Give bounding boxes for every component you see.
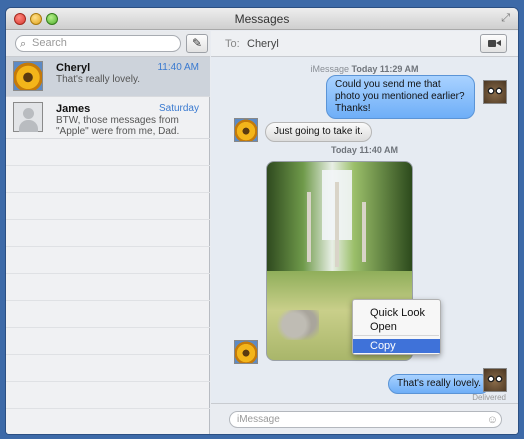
- list-divider: [6, 192, 210, 193]
- sunflower-avatar-icon: [13, 61, 43, 91]
- conversation-item[interactable]: James Saturday BTW, those messages from …: [6, 98, 210, 139]
- timestamp-time: Today 11:29 AM: [351, 64, 419, 74]
- photo-tree: [335, 182, 339, 267]
- to-label: To:: [225, 38, 240, 50]
- fullscreen-icon[interactable]: ⤢: [501, 12, 510, 25]
- list-divider: [6, 354, 210, 355]
- compose-icon: ✎: [191, 36, 203, 50]
- conversation-preview: That's really lovely.: [56, 74, 140, 85]
- list-divider: [6, 300, 210, 301]
- message-input-placeholder: iMessage: [237, 414, 280, 425]
- timestamp: iMessage Today 11:29 AM: [211, 64, 518, 74]
- compose-button[interactable]: ✎: [186, 34, 208, 53]
- timestamp: Today 11:40 AM: [211, 145, 518, 155]
- menu-item-open[interactable]: Open: [353, 320, 440, 334]
- composer-bar: iMessage ☺: [211, 403, 518, 434]
- owl-avatar-icon: [483, 80, 507, 104]
- list-divider: [6, 381, 210, 382]
- list-divider: [6, 327, 210, 328]
- sunflower-avatar-icon: [234, 118, 258, 142]
- conversation-time: Saturday: [158, 103, 199, 114]
- context-menu: Quick Look Open Copy: [352, 299, 441, 355]
- list-divider: [6, 246, 210, 247]
- search-placeholder: Search: [32, 37, 67, 49]
- list-divider: [6, 165, 210, 166]
- recipient-bar: To: Cheryl: [211, 31, 518, 57]
- menu-item-quick-look[interactable]: Quick Look: [353, 306, 440, 320]
- conversation-preview: BTW, those messages from "Apple" were fr…: [56, 115, 180, 137]
- sunflower-avatar-icon: [234, 340, 258, 364]
- outgoing-message[interactable]: That's really lovely.: [388, 374, 490, 394]
- search-input[interactable]: ⌕ Search: [15, 35, 181, 52]
- list-divider: [6, 408, 210, 409]
- message-input[interactable]: iMessage ☺: [229, 411, 502, 428]
- conversation-item[interactable]: Cheryl 11:40 AM That's really lovely.: [6, 57, 210, 97]
- photo-rocks: [269, 310, 319, 340]
- window-title: Messages: [234, 12, 290, 26]
- person-avatar-icon: [13, 102, 43, 132]
- conversation-name: James: [56, 103, 91, 115]
- emoji-icon[interactable]: ☺: [487, 413, 498, 428]
- search-icon: ⌕: [20, 38, 27, 50]
- photo-tree: [362, 202, 366, 262]
- conversation-sidebar: ⌕ Search ✎ Cheryl 11:40 AM That's really…: [6, 31, 210, 434]
- title-bar: Messages ⤢: [6, 8, 518, 30]
- delivery-status: Delivered: [472, 393, 506, 402]
- messages-window: Messages ⤢ ⌕ Search ✎ Cheryl 11:40 AM Th…: [6, 8, 518, 434]
- timestamp-service: iMessage: [310, 64, 349, 74]
- incoming-message[interactable]: Just going to take it.: [265, 122, 372, 142]
- recipient-name[interactable]: Cheryl: [247, 38, 279, 50]
- list-divider: [6, 273, 210, 274]
- photo-tree: [307, 192, 311, 262]
- conversation-pane: To: Cheryl iMessage Today 11:29 AM Could…: [211, 31, 518, 434]
- conversation-time: 11:40 AM: [157, 62, 199, 73]
- list-divider: [6, 219, 210, 220]
- owl-avatar-icon: [483, 368, 507, 392]
- conversation-name: Cheryl: [56, 62, 91, 74]
- timestamp-time: Today 11:40 AM: [330, 145, 399, 155]
- menu-separator: [354, 335, 439, 336]
- outgoing-message[interactable]: Could you send me that photo you mention…: [326, 75, 475, 119]
- menu-item-copy[interactable]: Copy: [353, 339, 440, 353]
- search-row: ⌕ Search ✎: [6, 31, 210, 57]
- video-call-button[interactable]: [480, 34, 507, 53]
